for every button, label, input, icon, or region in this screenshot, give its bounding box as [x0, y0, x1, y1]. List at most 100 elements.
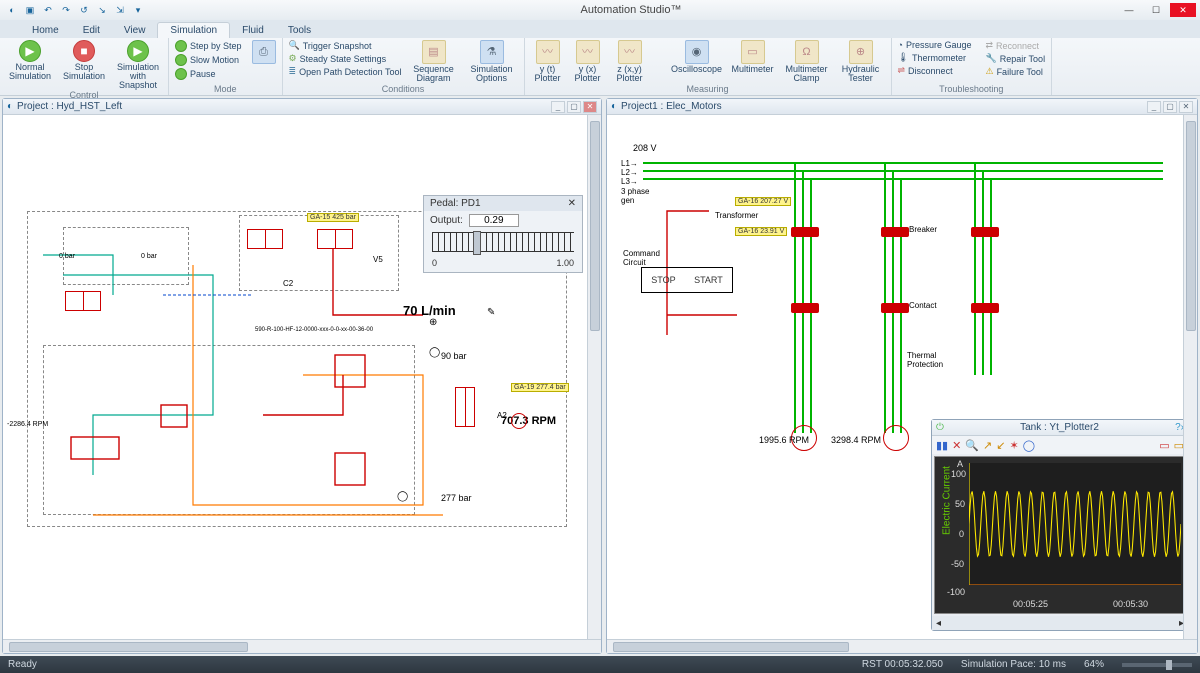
sequence-button[interactable]: ▤Sequence Diagram: [408, 40, 460, 83]
plot-area: A 100 50 0 -50 -100 Electric Current 00:…: [934, 456, 1186, 614]
tag-ga16b: GA-16 23.91 V: [735, 227, 787, 236]
normal-sim-button[interactable]: ▶Normal Simulation: [6, 40, 54, 81]
thermometer-button[interactable]: 🌡Thermometer: [898, 52, 972, 63]
right-hscroll[interactable]: [607, 639, 1197, 653]
pedal-title: Pedal: PD1: [430, 198, 481, 209]
pedal-panel[interactable]: Pedal: PD1✕ Output: 01.00: [423, 195, 583, 273]
sim-snapshot-button[interactable]: ▶Simulation with Snapshot: [114, 40, 162, 90]
tab-view[interactable]: View: [112, 23, 158, 38]
minimize-button[interactable]: —: [1116, 3, 1142, 17]
reconn-icon: ⇄: [985, 40, 993, 51]
right-pane: ◐ Project1 : Elec_Motors _ ▢ ✕ 208 V L: [606, 98, 1198, 654]
rpm-value: 707.3 RPM: [501, 415, 556, 427]
workspace: ◐ Project : Hyd_HST_Left _ ▢ ✕: [0, 96, 1200, 656]
command-panel[interactable]: STOP START: [641, 267, 733, 293]
zxy-plotter-button[interactable]: 〰z (x,y) Plotter: [611, 40, 649, 83]
gauge-0-b: 0 bar: [141, 253, 157, 260]
right-vscroll[interactable]: [1183, 115, 1197, 639]
ribbon-tabs: Home Edit View Simulation Fluid Tools: [0, 20, 1200, 38]
qat-refresh-icon[interactable]: ↺: [76, 2, 92, 18]
app-icon[interactable]: ◐: [4, 2, 20, 18]
tab-edit[interactable]: Edit: [71, 23, 112, 38]
qat-btn-b[interactable]: ⇲: [112, 2, 128, 18]
breaker-label: Breaker: [909, 225, 937, 234]
slow-button[interactable]: Slow Motion: [175, 54, 242, 66]
right-canvas[interactable]: 208 V L1→L2→L3→ 3 phase gen GA-16 207.27…: [607, 115, 1197, 639]
pause-icon[interactable]: ▮▮: [936, 439, 948, 452]
plotter-toolbar[interactable]: ▮▮ ✕ 🔍 ↗↙ ✶◯ ▭▭: [932, 436, 1188, 454]
left-pane-titlebar: ◐ Project : Hyd_HST_Left _ ▢ ✕: [3, 99, 601, 115]
left-pane-title: Project : Hyd_HST_Left: [17, 101, 549, 112]
start-button[interactable]: START: [694, 275, 723, 285]
clamp-button[interactable]: ΩMultimeter Clamp: [783, 40, 831, 83]
left-hscroll[interactable]: [3, 639, 601, 653]
qat-save-icon[interactable]: ▣: [22, 2, 38, 18]
pane-min-button[interactable]: _: [1147, 101, 1161, 113]
p90-value: 90 bar: [441, 351, 467, 361]
left-pane: ◐ Project : Hyd_HST_Left _ ▢ ✕: [2, 98, 602, 654]
close-button[interactable]: ✕: [1170, 3, 1196, 17]
zoom-slider[interactable]: [1122, 663, 1192, 667]
project-icon: ◐: [611, 101, 617, 112]
label-c2: C2: [283, 279, 293, 288]
ribbon: ▶Normal Simulation ■Stop Simulation ▶Sim…: [0, 38, 1200, 96]
sim-options-button[interactable]: ⚗Simulation Options: [466, 40, 518, 83]
right-pane-title: Project1 : Elec_Motors: [621, 101, 1145, 112]
qat-more-icon[interactable]: ▾: [130, 2, 146, 18]
yt-plotter-button[interactable]: 〰y (t) Plotter: [531, 40, 565, 83]
failure-button[interactable]: ⚠Failure Tool: [985, 66, 1045, 77]
oscilloscope-button[interactable]: ◉Oscilloscope: [671, 40, 723, 74]
left-canvas[interactable]: GA-15 425 bar GA-19 277.4 bar 0 bar 0 ba…: [3, 115, 601, 639]
repair-button[interactable]: 🔧Repair Tool: [985, 53, 1045, 64]
tab-tools[interactable]: Tools: [276, 23, 323, 38]
step-button[interactable]: Step by Step: [175, 40, 242, 52]
qat-redo-icon[interactable]: ↷: [58, 2, 74, 18]
mode-icon-a[interactable]: ⎙: [252, 40, 276, 64]
hyd-tester-button[interactable]: ⊕Hydraulic Tester: [837, 40, 885, 83]
stop-button[interactable]: STOP: [651, 275, 675, 285]
disconnect-button[interactable]: ⇌Disconnect: [898, 65, 972, 76]
plotter-hscroll[interactable]: ◂▸: [932, 616, 1188, 630]
pane-min-button[interactable]: _: [551, 101, 565, 113]
flow-value: 70 L/min: [403, 303, 456, 318]
ribbon-group-measuring: 〰y (t) Plotter 〰y (x) Plotter 〰z (x,y) P…: [525, 38, 892, 95]
plotter-panel[interactable]: ⏻Tank : Yt_Plotter2?› ▮▮ ✕ 🔍 ↗↙ ✶◯ ▭▭ A …: [931, 419, 1189, 631]
status-zoom[interactable]: 64%: [1084, 659, 1104, 670]
pedal-close-button[interactable]: ✕: [568, 198, 576, 209]
yx-plotter-button[interactable]: 〰y (x) Plotter: [571, 40, 605, 83]
pane-close-button[interactable]: ✕: [583, 101, 597, 113]
volts-label: 208 V: [633, 143, 657, 153]
fail-icon: ⚠: [985, 66, 993, 77]
tab-fluid[interactable]: Fluid: [230, 23, 276, 38]
tab-simulation[interactable]: Simulation: [157, 22, 230, 38]
tab-home[interactable]: Home: [20, 23, 71, 38]
pressure-gauge-button[interactable]: ◔Pressure Gauge: [898, 40, 972, 50]
cursor-icon[interactable]: ✕: [952, 439, 961, 452]
pedal-max: 1.00: [556, 258, 574, 268]
pane-max-button[interactable]: ▢: [567, 101, 581, 113]
power-icon[interactable]: ⏻: [936, 422, 944, 433]
gen-label: 3 phase gen: [621, 187, 649, 205]
pane-max-button[interactable]: ▢: [1163, 101, 1177, 113]
part-no: 590-R-100-HF-12-0000-xxx-0-0-xx-00-36-00: [255, 327, 373, 333]
gauge-0-a: 0 bar: [59, 253, 75, 260]
pedal-slider[interactable]: [432, 232, 574, 252]
trigger-button[interactable]: 🔍Trigger Snapshot: [289, 40, 402, 51]
qat-btn-a[interactable]: ↘: [94, 2, 110, 18]
stop-sim-button[interactable]: ■Stop Simulation: [60, 40, 108, 81]
pane-close-button[interactable]: ✕: [1179, 101, 1193, 113]
tag-ga19: GA-19 277.4 bar: [511, 383, 569, 392]
wrench-icon: 🔧: [985, 53, 996, 64]
maximize-button[interactable]: ☐: [1143, 3, 1169, 17]
status-ready: Ready: [8, 659, 37, 670]
multimeter-button[interactable]: ▭Multimeter: [729, 40, 777, 74]
xfmr-label: Transformer: [715, 211, 758, 220]
openpath-button[interactable]: ≣Open Path Detection Tool: [289, 66, 402, 77]
ribbon-group-troubleshooting: ◔Pressure Gauge 🌡Thermometer ⇌Disconnect…: [892, 38, 1053, 95]
pedal-output-input[interactable]: [469, 214, 519, 227]
pause-button[interactable]: Pause: [175, 68, 242, 80]
left-vscroll[interactable]: [587, 115, 601, 639]
zoom-icon[interactable]: 🔍: [965, 439, 979, 452]
steady-button[interactable]: ⚙Steady State Settings: [289, 53, 402, 64]
qat-undo-icon[interactable]: ↶: [40, 2, 56, 18]
